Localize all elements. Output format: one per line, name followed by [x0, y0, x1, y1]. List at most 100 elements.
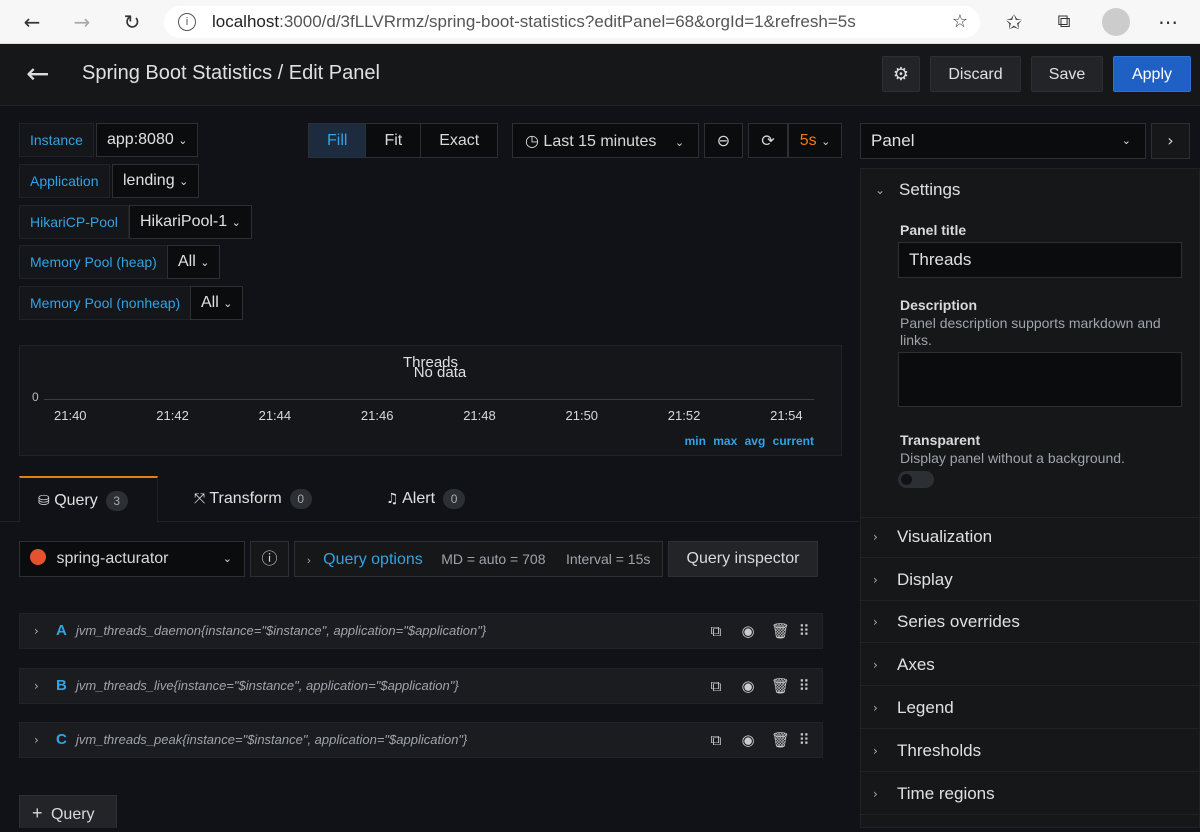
- query-row-b[interactable]: › B jvm_threads_live{instance="$instance…: [19, 668, 823, 704]
- reload-icon[interactable]: ↻: [118, 8, 146, 36]
- profile-avatar[interactable]: [1102, 8, 1130, 36]
- trash-icon[interactable]: 🗑: [771, 614, 790, 648]
- legend-min[interactable]: min: [685, 434, 706, 448]
- duplicate-icon[interactable]: ⧉: [707, 669, 725, 703]
- fit-mode-button[interactable]: Fit: [366, 124, 422, 157]
- chevron-right-icon[interactable]: ›: [1151, 123, 1190, 159]
- x-axis-tick: 21:42: [156, 408, 189, 423]
- options-sidebar: Panel ⌄ › ⌄ Settings Panel title Threads…: [859, 106, 1200, 828]
- x-axis-tick: 21:54: [770, 408, 803, 423]
- section-axes[interactable]: › Axes: [859, 644, 1199, 686]
- variable-select-hikaricp[interactable]: HikariPool-1 ⌄: [129, 205, 252, 239]
- variable-label-nonheap: Memory Pool (nonheap): [19, 286, 192, 320]
- legend-avg[interactable]: avg: [745, 434, 766, 448]
- x-axis-tick: 21:52: [667, 408, 701, 423]
- time-range-picker[interactable]: ◷ Last 15 minutes ⌄: [512, 123, 699, 158]
- query-row-a[interactable]: › A jvm_threads_daemon{instance="$instan…: [19, 613, 823, 649]
- description-textarea[interactable]: [898, 352, 1182, 407]
- section-display[interactable]: › Display: [859, 559, 1199, 601]
- variable-label-heap: Memory Pool (heap): [19, 245, 168, 279]
- bell-icon: ♫: [386, 491, 399, 507]
- x-axis-tick: 21:50: [565, 408, 599, 423]
- help-icon[interactable]: ⓘ: [250, 541, 289, 577]
- trash-icon[interactable]: 🗑: [771, 723, 790, 757]
- database-icon: ⛁: [38, 493, 50, 509]
- refresh-interval-select[interactable]: 5s ⌄: [788, 123, 842, 158]
- favorites-icon[interactable]: ✩: [1000, 8, 1028, 36]
- eye-icon[interactable]: ◉: [739, 614, 757, 648]
- legend-current[interactable]: current: [773, 434, 814, 448]
- tab-query[interactable]: ⛁ Query 3: [19, 476, 158, 522]
- section-visualization[interactable]: › Visualization: [859, 516, 1199, 558]
- star-icon[interactable]: ☆: [946, 8, 974, 36]
- options-pane: ⌄ Settings Panel title Threads Descripti…: [860, 168, 1200, 828]
- transparent-label: Transparent: [900, 432, 981, 448]
- x-axis-tick: 21:48: [463, 408, 496, 423]
- eye-icon[interactable]: ◉: [739, 669, 757, 703]
- x-axis-tick: 21:40: [54, 408, 87, 423]
- graph-baseline: [44, 399, 814, 400]
- description-label: Description: [900, 297, 978, 313]
- variable-select-heap[interactable]: All ⌄: [167, 245, 221, 279]
- more-icon[interactable]: ⋯: [1154, 8, 1182, 36]
- chevron-right-icon[interactable]: ›: [34, 614, 39, 648]
- fill-mode-button[interactable]: Fill: [309, 124, 367, 157]
- back-icon[interactable]: ←: [18, 8, 46, 36]
- panel-title-input[interactable]: Threads: [898, 242, 1182, 278]
- legend: min max avg current: [685, 434, 814, 448]
- eye-icon[interactable]: ◉: [739, 723, 757, 757]
- section-time-regions[interactable]: › Time regions: [859, 773, 1199, 815]
- tab-transform[interactable]: ⤧ Transform 0: [194, 476, 312, 522]
- panel-title-label: Panel title: [900, 222, 967, 238]
- plus-icon: +: [32, 803, 43, 823]
- datasource-picker[interactable]: spring-acturator ⌄: [19, 541, 245, 577]
- page-title: Spring Boot Statistics / Edit Panel: [82, 62, 380, 84]
- gear-icon[interactable]: ⚙: [882, 56, 920, 92]
- section-legend[interactable]: › Legend: [859, 687, 1199, 729]
- editor-tabs: ⛁ Query 3 ⤧ Transform 0 ♫ Alert 0: [0, 470, 858, 522]
- discard-button[interactable]: Discard: [930, 56, 1021, 92]
- apply-button[interactable]: Apply: [1113, 56, 1191, 92]
- variable-select-instance[interactable]: app:8080 ⌄: [96, 123, 199, 157]
- variable-label-instance: Instance: [19, 123, 94, 157]
- forward-icon[interactable]: →: [68, 8, 96, 36]
- back-arrow-icon[interactable]: ←: [26, 59, 49, 89]
- duplicate-icon[interactable]: ⧉: [707, 723, 725, 757]
- view-mode-group: Fill Fit Exact: [308, 123, 499, 158]
- variable-select-application[interactable]: lending ⌄: [112, 164, 200, 198]
- transform-icon: ⤧: [194, 491, 206, 507]
- url-text[interactable]: localhost:3000/d/3fLLVRrmz/spring-boot-s…: [212, 12, 856, 32]
- add-query-button[interactable]: + Query: [19, 795, 117, 828]
- description-hint: Panel description supports markdown and …: [900, 315, 1161, 348]
- zoom-out-icon[interactable]: ⊖: [704, 123, 743, 158]
- edit-panel-header: ← Spring Boot Statistics / Edit Panel ⚙ …: [0, 44, 1200, 106]
- x-axis-tick: 21:44: [258, 408, 292, 423]
- settings-section-header[interactable]: ⌄ Settings: [861, 169, 1200, 211]
- address-bar[interactable]: i localhost:3000/d/3fLLVRrmz/spring-boot…: [164, 6, 980, 38]
- save-button[interactable]: Save: [1031, 56, 1103, 92]
- legend-max[interactable]: max: [713, 434, 737, 448]
- transparent-hint: Display panel without a background.: [900, 450, 1125, 466]
- info-icon[interactable]: i: [178, 13, 196, 31]
- query-options[interactable]: › Query options MD = auto = 708 Interval…: [294, 541, 663, 577]
- query-row-c[interactable]: › C jvm_threads_peak{instance="$instance…: [19, 722, 823, 758]
- section-series-overrides[interactable]: › Series overrides: [859, 601, 1199, 643]
- drag-handle-icon[interactable]: ⠿: [795, 723, 813, 757]
- visualization-picker[interactable]: Panel ⌄: [860, 123, 1146, 159]
- chevron-right-icon[interactable]: ›: [34, 669, 39, 703]
- refresh-icon[interactable]: ⟳: [748, 123, 788, 158]
- query-inspector-button[interactable]: Query inspector: [668, 541, 818, 577]
- y-axis-tick: 0: [32, 390, 39, 404]
- collections-icon[interactable]: ⧉: [1050, 8, 1078, 36]
- drag-handle-icon[interactable]: ⠿: [795, 669, 813, 703]
- tab-alert[interactable]: ♫ Alert 0: [386, 476, 466, 522]
- section-thresholds[interactable]: › Thresholds: [859, 730, 1199, 772]
- datasource-icon: [30, 549, 46, 565]
- drag-handle-icon[interactable]: ⠿: [795, 614, 813, 648]
- chevron-right-icon[interactable]: ›: [34, 723, 39, 757]
- duplicate-icon[interactable]: ⧉: [707, 614, 725, 648]
- transparent-toggle[interactable]: [898, 471, 934, 488]
- trash-icon[interactable]: 🗑: [771, 669, 790, 703]
- variable-select-nonheap[interactable]: All ⌄: [190, 286, 244, 320]
- exact-mode-button[interactable]: Exact: [421, 124, 497, 157]
